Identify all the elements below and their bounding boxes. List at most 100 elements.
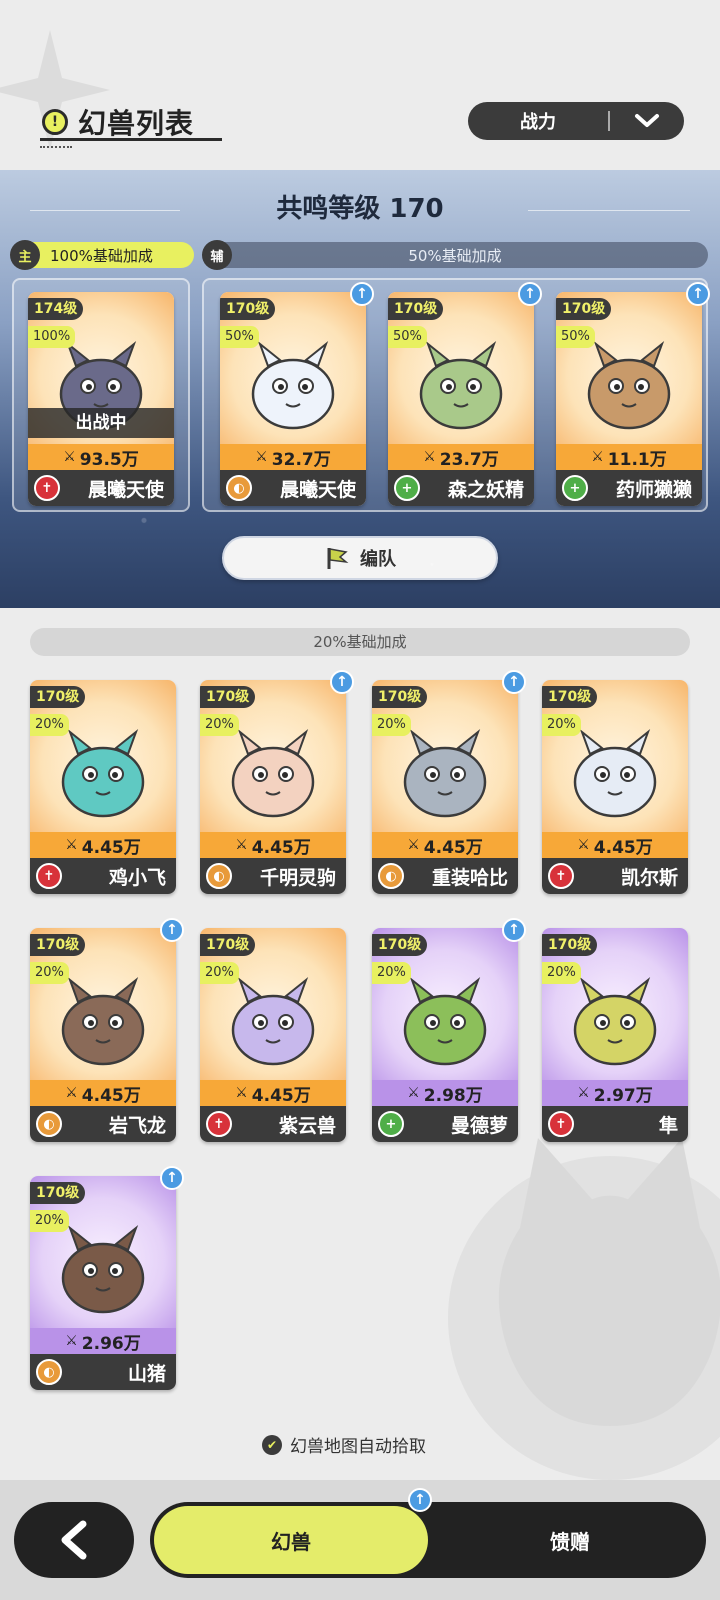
beast-power: 2.96万 xyxy=(81,1333,141,1354)
beast-card[interactable]: 170级 20% ⚔ 2.98万 + 曼德萝 ↑ xyxy=(372,918,526,1142)
beast-bonus-pct: 20% xyxy=(200,714,239,736)
beast-bonus-pct: 20% xyxy=(542,962,581,984)
beast-name: 森之妖精 xyxy=(447,478,524,501)
page-header: ! 幻兽列表 战力 xyxy=(0,90,720,150)
beast-power: 2.98万 xyxy=(423,1085,483,1106)
shield-icon: ◐ xyxy=(36,1359,62,1385)
crossed-swords-icon: ⚔ xyxy=(65,837,78,853)
beast-card[interactable]: 170级 20% ⚔ 4.45万 ◐ 千明灵驹 ↑ xyxy=(200,670,354,894)
team-button[interactable]: 编队 xyxy=(222,536,498,580)
beast-power: 4.45万 xyxy=(593,837,653,858)
beast-card-body: 170级 50% ⚔ 11.1万 + 药师獭獭 xyxy=(556,292,702,506)
main-tag: 主 xyxy=(10,240,40,270)
beast-card[interactable]: 170级 20% ⚔ 4.45万 ✝ 凯尔斯 xyxy=(542,680,688,894)
beast-power-row: ⚔ 4.45万 xyxy=(30,1080,176,1106)
in-battle-banner: 出战中 xyxy=(28,408,174,438)
beast-card[interactable]: 170级 50% ⚔ 32.7万 ◐ 晨曦天使 ↑ xyxy=(220,282,374,506)
beast-bonus-pct: 50% xyxy=(388,326,427,348)
shield-icon: ◐ xyxy=(226,475,252,501)
beast-bonus-pct: 20% xyxy=(542,714,581,736)
chevron-down-icon xyxy=(610,113,684,129)
beast-bonus-pct: 20% xyxy=(30,714,69,736)
beast-bonus-pct: 50% xyxy=(556,326,595,348)
beast-power: 32.7万 xyxy=(271,449,331,470)
beast-card-body: 170级 20% ⚔ 4.45万 ✝ 紫云兽 xyxy=(200,928,346,1142)
beast-power-row: ⚔ 4.45万 xyxy=(200,1080,346,1106)
auto-pickup-label: 幻兽地图自动拾取 xyxy=(290,1437,426,1457)
beast-card[interactable]: 170级 20% ⚔ 4.45万 ◐ 重装哈比 ↑ xyxy=(372,670,526,894)
beast-power: 4.45万 xyxy=(251,837,311,858)
plus-icon: + xyxy=(378,1111,404,1137)
beast-card-body: 170级 20% ⚔ 2.96万 ◐ 山猪 xyxy=(30,1176,176,1390)
beast-level: 170级 xyxy=(30,686,86,708)
beast-power-row: ⚔ 93.5万 xyxy=(28,444,174,470)
beast-power: 23.7万 xyxy=(439,449,499,470)
back-button[interactable] xyxy=(14,1502,134,1578)
beast-name-row: ◐ 重装哈比 xyxy=(372,858,518,894)
tab-bar: 幻兽 ↑ 馈赠 xyxy=(150,1488,706,1578)
beast-power: 93.5万 xyxy=(79,449,139,470)
crossed-swords-icon: ⚔ xyxy=(63,449,76,465)
arrow-up-icon: ↑ xyxy=(160,1166,184,1190)
crossed-swords-icon: ⚔ xyxy=(235,1085,248,1101)
beast-power: 4.45万 xyxy=(81,837,141,858)
resonance-level: 共鸣等级 170 xyxy=(276,194,444,224)
arrow-up-icon: ↑ xyxy=(350,282,374,306)
info-icon[interactable]: ! xyxy=(42,109,68,135)
sort-label: 战力 xyxy=(520,112,556,133)
beast-name: 凯尔斯 xyxy=(620,866,678,889)
sort-dropdown[interactable]: 战力 xyxy=(468,102,684,140)
tab-gifts[interactable]: 馈赠 xyxy=(440,1502,700,1578)
beast-bonus-pct: 20% xyxy=(200,962,239,984)
team-button-label: 编队 xyxy=(360,549,396,570)
beast-bonus-pct: 100% xyxy=(28,326,76,348)
beast-bonus-pct: 20% xyxy=(372,714,411,736)
beast-name: 重装哈比 xyxy=(431,866,508,889)
beast-bonus-pct: 50% xyxy=(220,326,259,348)
plus-icon: + xyxy=(394,475,420,501)
beast-level: 170级 xyxy=(388,298,444,320)
beast-power-row: ⚔ 4.45万 xyxy=(542,832,688,858)
beast-name-row: ✝ 紫云兽 xyxy=(200,1106,346,1142)
beast-power: 4.45万 xyxy=(251,1085,311,1106)
crossed-swords-icon: ⚔ xyxy=(65,1085,78,1101)
beast-name: 岩飞龙 xyxy=(108,1114,166,1137)
beast-card-body: 170级 20% ⚔ 4.45万 ◐ 岩飞龙 xyxy=(30,928,176,1142)
beast-level: 170级 xyxy=(542,934,598,956)
beast-name-row: ✝ 晨曦天使 xyxy=(28,470,174,506)
main-bonus-text: 100%基础加成 xyxy=(50,246,153,265)
beast-card[interactable]: 170级 20% ⚔ 4.45万 ✝ 紫云兽 xyxy=(200,928,346,1142)
sword-icon: ✝ xyxy=(548,863,574,889)
page-title: 幻兽列表 xyxy=(78,107,195,140)
beast-power-row: ⚔ 2.98万 xyxy=(372,1080,518,1106)
chevron-left-icon xyxy=(61,1520,87,1560)
beast-card[interactable]: 170级 20% ⚔ 4.45万 ◐ 岩飞龙 ↑ xyxy=(30,918,184,1142)
beast-power-row: ⚔ 23.7万 xyxy=(388,444,534,470)
beast-name-row: ✝ 凯尔斯 xyxy=(542,858,688,894)
beast-card[interactable]: 170级 20% ⚔ 2.96万 ◐ 山猪 ↑ xyxy=(30,1166,184,1390)
crossed-swords-icon: ⚔ xyxy=(407,1085,420,1101)
beast-name-row: + 森之妖精 xyxy=(388,470,534,506)
beast-card[interactable]: 174级 100% 出战中 ⚔ 93.5万 ✝ 晨曦天使 xyxy=(28,292,174,506)
beast-card-body: 170级 20% ⚔ 4.45万 ✝ 鸡小飞 xyxy=(30,680,176,894)
beast-level: 170级 xyxy=(556,298,612,320)
crossed-swords-icon: ⚔ xyxy=(255,449,268,465)
beast-level: 174级 xyxy=(28,298,84,320)
beast-card[interactable]: 170级 50% ⚔ 11.1万 + 药师獭獭 ↑ xyxy=(556,282,710,506)
beast-card[interactable]: 170级 20% ⚔ 2.97万 ✝ 隼 xyxy=(542,928,688,1142)
auto-pickup-toggle[interactable]: ✔ 幻兽地图自动拾取 xyxy=(262,1432,426,1457)
crossed-swords-icon: ⚔ xyxy=(591,449,604,465)
beast-name: 鸡小飞 xyxy=(108,866,166,889)
tab-beasts[interactable]: 幻兽 xyxy=(154,1506,428,1574)
beast-name: 隼 xyxy=(658,1114,678,1137)
beast-name-row: ✝ 隼 xyxy=(542,1106,688,1142)
beast-card-body: 170级 20% ⚔ 2.97万 ✝ 隼 xyxy=(542,928,688,1142)
beast-card[interactable]: 170级 50% ⚔ 23.7万 + 森之妖精 ↑ xyxy=(388,282,542,506)
beast-name: 晨曦天使 xyxy=(87,478,164,501)
beast-card[interactable]: 170级 20% ⚔ 4.45万 ✝ 鸡小飞 xyxy=(30,680,176,894)
list-bonus-bar: 20%基础加成 xyxy=(30,628,690,656)
sub-bonus-text: 50%基础加成 xyxy=(408,246,502,265)
sword-icon: ✝ xyxy=(206,1111,232,1137)
beast-bonus-pct: 20% xyxy=(372,962,411,984)
sword-icon: ✝ xyxy=(548,1111,574,1137)
